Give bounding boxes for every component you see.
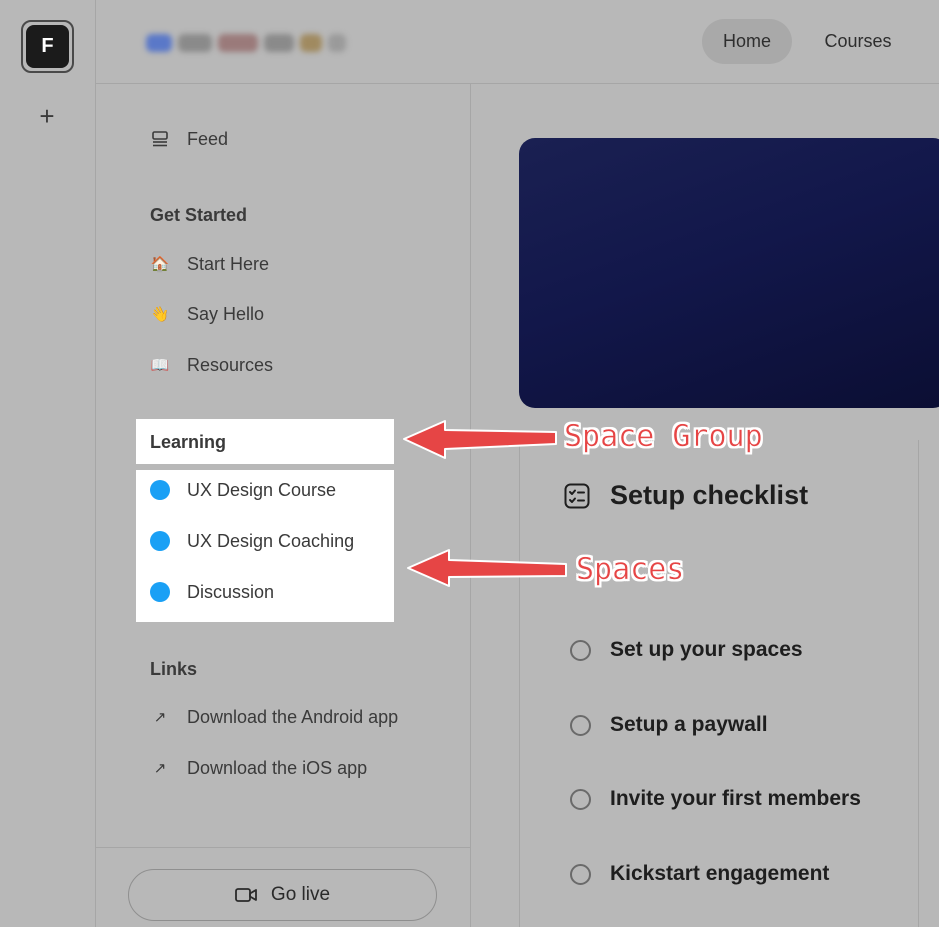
space-group-arrow	[403, 420, 557, 459]
spaces-arrow	[407, 549, 567, 587]
annotation-arrows	[403, 420, 567, 587]
spaces-annotation: Spaces	[576, 552, 685, 588]
space-group-annotation: Space Group	[564, 419, 763, 455]
